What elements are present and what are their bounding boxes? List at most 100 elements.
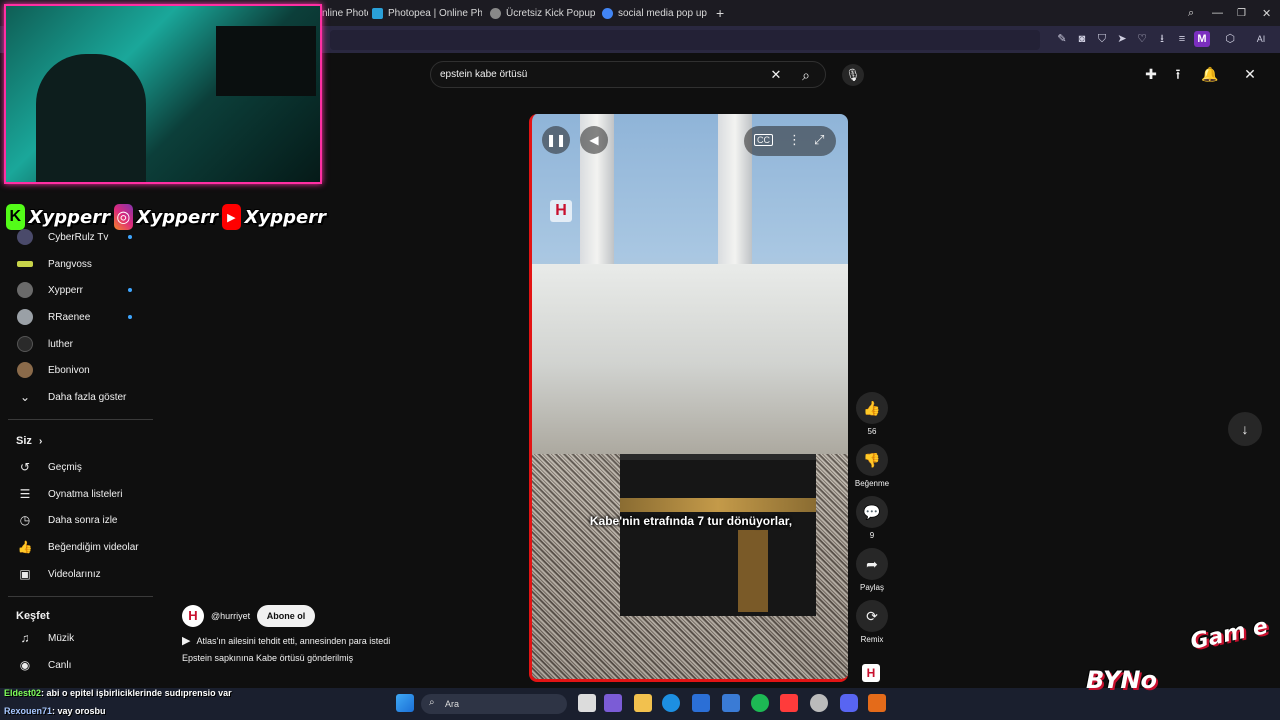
clear-search-icon[interactable]: ✕ xyxy=(766,65,786,85)
you-section-header[interactable]: Siz › xyxy=(16,435,42,447)
discord-icon[interactable] xyxy=(840,694,858,712)
remix-icon: ⟳ xyxy=(856,600,888,632)
menu-icon[interactable]: ≡ xyxy=(1174,31,1190,47)
profile-avatar[interactable]: M xyxy=(1194,31,1210,47)
brand-logo-overlay: BYNo Gam e xyxy=(1086,614,1280,694)
photopea-favicon-icon xyxy=(372,7,383,19)
comments-button[interactable]: 💬 9 xyxy=(854,496,890,540)
brand-text-secondary: Gam e xyxy=(1188,614,1271,655)
app-icon[interactable] xyxy=(868,694,886,712)
next-video-arrow-icon[interactable]: ↓ xyxy=(1228,412,1262,446)
channel-logo[interactable]: H xyxy=(182,605,204,627)
volume-button[interactable]: ◀ xyxy=(580,126,608,154)
tab-title: nline Photo E xyxy=(322,7,368,19)
minimize-icon[interactable]: — xyxy=(1212,3,1226,23)
more-options-icon[interactable]: ⋮ xyxy=(788,132,801,148)
shield-icon[interactable]: ⛉ xyxy=(1094,31,1110,47)
search-input[interactable]: epstein kabe örtüsü xyxy=(440,69,527,80)
sidebar-item-label: luther xyxy=(48,338,74,350)
microphone-icon[interactable]: 🎙 xyxy=(842,64,864,86)
share-label: Paylaş xyxy=(859,583,884,592)
share-button[interactable]: ➦ Paylaş xyxy=(854,548,890,592)
kaaba xyxy=(620,454,816,616)
sidebar-item-music[interactable]: ♫ Müzik xyxy=(8,625,153,651)
windows-start-icon[interactable] xyxy=(396,694,414,712)
subscribe-button[interactable]: Abone ol xyxy=(257,605,315,627)
sidebar-item-playlists[interactable]: ☰ Oynatma listeleri xyxy=(8,481,153,507)
steam-icon[interactable] xyxy=(810,694,828,712)
sidebar-item-label: Geçmiş xyxy=(48,461,82,473)
kaaba-gold-band xyxy=(620,498,816,512)
ai-button[interactable]: AI xyxy=(1248,31,1274,47)
show-more-button[interactable]: ⌄ Daha fazla göster xyxy=(8,384,153,410)
live-dot-icon xyxy=(128,288,132,292)
pause-button[interactable]: ❚❚ xyxy=(542,126,570,154)
taskbar-search[interactable]: ⌕ Ara xyxy=(421,694,567,714)
captions-icon[interactable]: CC xyxy=(754,134,773,146)
send-icon[interactable]: ➤ xyxy=(1114,31,1130,47)
sidebar-item-label: Videolarınız xyxy=(48,568,101,580)
sidebar-item-rraenee[interactable]: RRaenee xyxy=(8,304,153,330)
widget-icon[interactable] xyxy=(604,694,622,712)
task-view-icon[interactable] xyxy=(578,694,596,712)
notifications-bell-icon[interactable]: 🔔 xyxy=(1200,64,1220,84)
fullscreen-icon[interactable]: ⤢ xyxy=(814,132,824,148)
sidebar-item-xypperr[interactable]: Xypperr xyxy=(8,277,153,303)
video-description: Epstein sapkınına Kabe örtüsü gönderilmi… xyxy=(182,653,354,663)
sidebar-item-your-videos[interactable]: ▣ Videolarınız xyxy=(8,561,153,587)
mail-icon[interactable] xyxy=(722,694,740,712)
camera-icon[interactable]: ◙ xyxy=(1074,31,1090,47)
search-icon[interactable]: ⌕ xyxy=(796,65,816,85)
tab-title: Photopea | Online Photo E xyxy=(388,7,482,19)
restore-icon[interactable]: ❐ xyxy=(1237,3,1251,23)
sidebar-item-watch-later[interactable]: ◷ Daha sonra izle xyxy=(8,507,153,533)
store-icon[interactable] xyxy=(692,694,710,712)
avatar xyxy=(17,261,33,267)
channel-avatar-small[interactable]: H xyxy=(862,664,880,682)
sidebar-item-liked-videos[interactable]: 👍 Beğendiğim videolar xyxy=(8,534,153,560)
account-icon[interactable]: ✕ xyxy=(1240,64,1260,84)
shorts-video-player[interactable]: H ❚❚ ◀ CC ⋮ ⤢ Kabe'nin etrafında 7 tur d… xyxy=(529,114,848,682)
show-more-label: Daha fazla göster xyxy=(48,391,127,403)
channel-handle[interactable]: @hurriyet xyxy=(211,611,250,621)
chat-user: Rexouen71 xyxy=(4,706,53,716)
file-explorer-icon[interactable] xyxy=(634,694,652,712)
new-tab-icon[interactable]: + xyxy=(716,3,730,23)
sidebar-item-label: Beğendiğim videolar xyxy=(48,541,139,553)
spotify-icon[interactable] xyxy=(751,694,769,712)
address-bar[interactable] xyxy=(330,30,1040,50)
video-controls-group: CC ⋮ ⤢ xyxy=(744,126,836,156)
opera-icon[interactable] xyxy=(780,694,798,712)
upload-icon[interactable]: ⭱ xyxy=(1168,64,1188,84)
heart-icon[interactable]: ♡ xyxy=(1134,31,1150,47)
sidebar-item-pangvoss[interactable]: Pangvoss xyxy=(8,251,153,277)
remix-button[interactable]: ⟳ Remix xyxy=(854,600,890,644)
related-video-link[interactable]: ▶ Atlas'ın ailesini tehdit etti, annesin… xyxy=(182,634,390,647)
browser-tab[interactable]: nline Photo E xyxy=(322,3,368,23)
edge-icon[interactable] xyxy=(662,694,680,712)
explore-section-header: Keşfet xyxy=(16,610,50,622)
sidebar-item-history[interactable]: ↺ Geçmiş xyxy=(8,454,153,480)
edit-icon[interactable]: ✎ xyxy=(1054,31,1070,47)
search-box[interactable]: epstein kabe örtüsü ✕ ⌕ xyxy=(430,61,826,88)
dislike-button[interactable]: 👎 Beğenme xyxy=(854,444,890,488)
sidebar-item-cyberrulz[interactable]: CyberRulz Tv xyxy=(8,224,153,250)
sidebar-item-luther[interactable]: luther xyxy=(8,331,153,357)
browser-tab[interactable]: social media pop up - Goo xyxy=(602,3,708,23)
browser-tab[interactable]: Ücretsiz Kick Popup Sitelel xyxy=(490,3,596,23)
avatar xyxy=(17,282,33,298)
divider xyxy=(8,596,153,597)
download-icon[interactable]: ⭳ xyxy=(1154,31,1170,47)
chat-text: : abi o epitel işbirliciklerinde sudıpre… xyxy=(41,688,232,698)
live-icon: ◉ xyxy=(19,658,31,672)
create-icon[interactable]: ✚ xyxy=(1141,64,1161,84)
live-dot-icon xyxy=(128,235,132,239)
extensions-icon[interactable]: ⬡ xyxy=(1222,31,1238,47)
sidebar-item-ebonivon[interactable]: Ebonivon xyxy=(8,357,153,383)
chat-text: : vay orosbu xyxy=(52,706,106,716)
close-window-icon[interactable]: ✕ xyxy=(1262,3,1276,23)
search-tabs-icon[interactable]: ⌕ xyxy=(1188,3,1202,23)
sidebar-item-live[interactable]: ◉ Canlı xyxy=(8,652,153,678)
like-button[interactable]: 👍 56 xyxy=(854,392,890,436)
browser-tab[interactable]: Photopea | Online Photo E xyxy=(372,3,482,23)
